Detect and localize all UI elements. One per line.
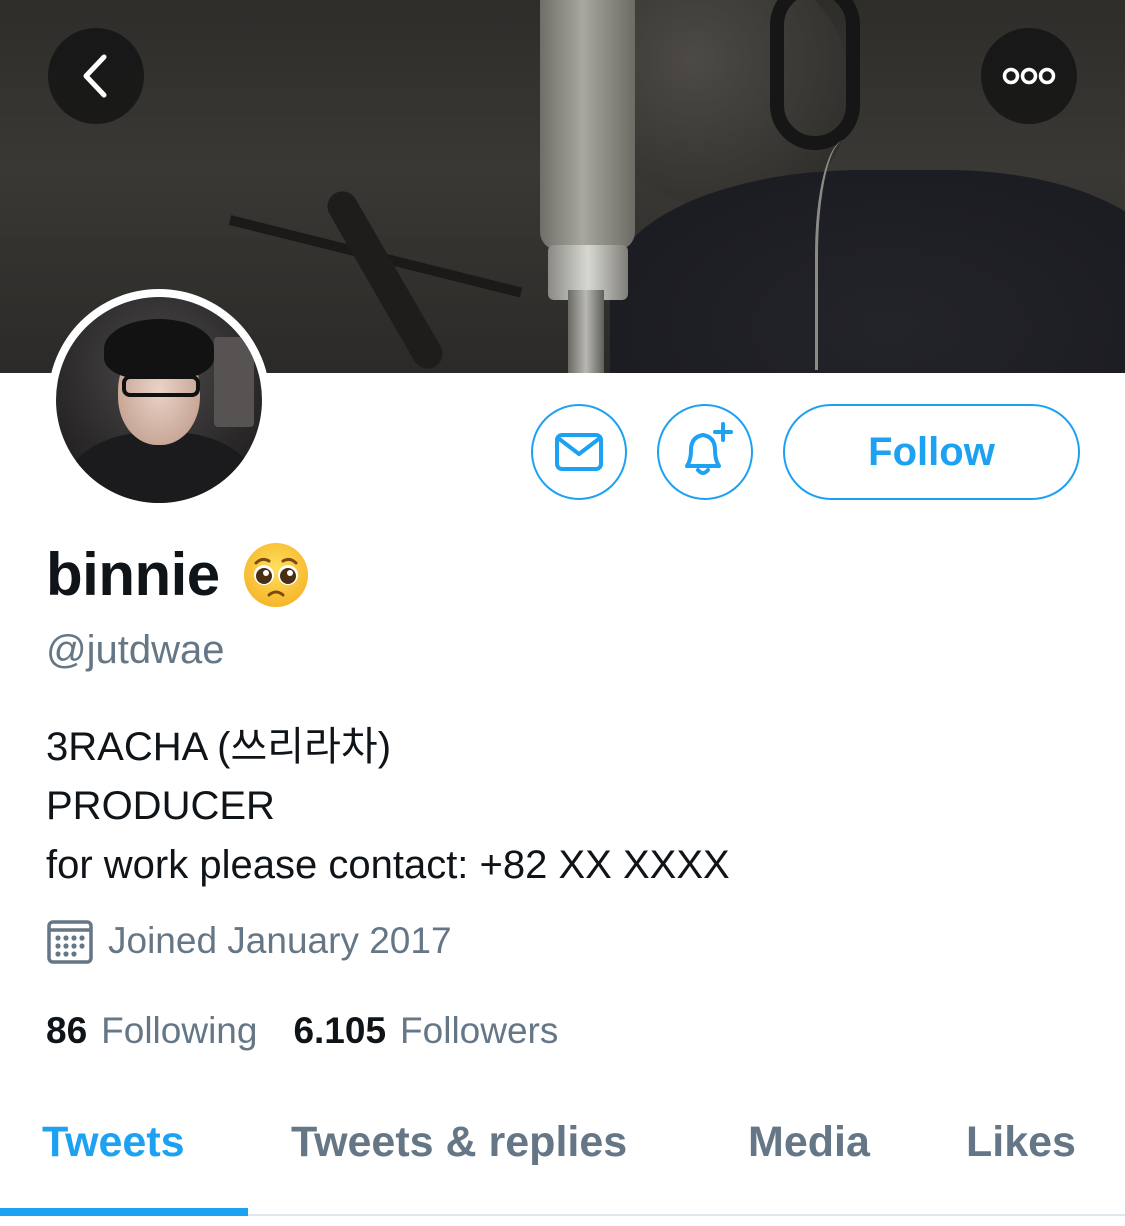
banner-headphone-shape [770,0,860,150]
chevron-left-icon [83,54,107,98]
following-count[interactable]: 86 [46,1010,87,1052]
banner-cable-shape [815,140,875,370]
avatar-background-shelf [214,337,254,427]
bio-line: 3RACHA (쓰리라차) [46,725,392,769]
profile-bio: 3RACHA (쓰리라차) PRODUCER for work please c… [46,718,730,895]
calendar-icon [47,920,93,964]
avatar-glasses [122,375,200,397]
follow-button[interactable]: Follow [783,404,1080,500]
joined-row: Joined January 2017 [46,917,452,965]
banner-microphone-stand [568,290,604,373]
following-label[interactable]: Following [101,1010,257,1052]
bio-line: PRODUCER [46,784,275,828]
more-dots-icon [1002,67,1056,85]
bio-line: for work please contact: +82 XX XXXX [46,843,730,887]
notifications-button[interactable] [657,404,753,500]
banner-microphone [540,0,635,250]
tab-likes[interactable]: Likes [966,1118,1076,1167]
message-button[interactable] [531,404,627,500]
tab-tweets-and-replies[interactable]: Tweets & replies [291,1118,627,1167]
banner-mic-arm-2 [322,185,448,373]
followers-label[interactable]: Followers [400,1010,558,1052]
active-tab-indicator [0,1208,248,1216]
avatar-photo [56,297,262,503]
joined-date: Joined January 2017 [108,920,452,961]
avatar-hair [104,319,214,379]
profile-tabs: Tweets Tweets & replies Media Likes [0,1090,1125,1226]
tab-media[interactable]: Media [748,1118,870,1167]
avatar[interactable] [48,289,270,511]
tab-tweets[interactable]: Tweets [42,1118,185,1167]
followers-count[interactable]: 6.105 [293,1010,386,1052]
stats-row: 86 Following 6.105 Followers [46,1010,558,1052]
envelope-icon [555,433,603,471]
bell-plus-icon [685,422,733,475]
profile-handle: @jutdwae [46,628,225,672]
profile-name-row: binnie [46,540,310,609]
back-button[interactable] [48,28,144,124]
pleading-face-emoji-icon [243,542,308,607]
more-options-button[interactable] [981,28,1077,124]
display-name: binnie [46,541,220,608]
